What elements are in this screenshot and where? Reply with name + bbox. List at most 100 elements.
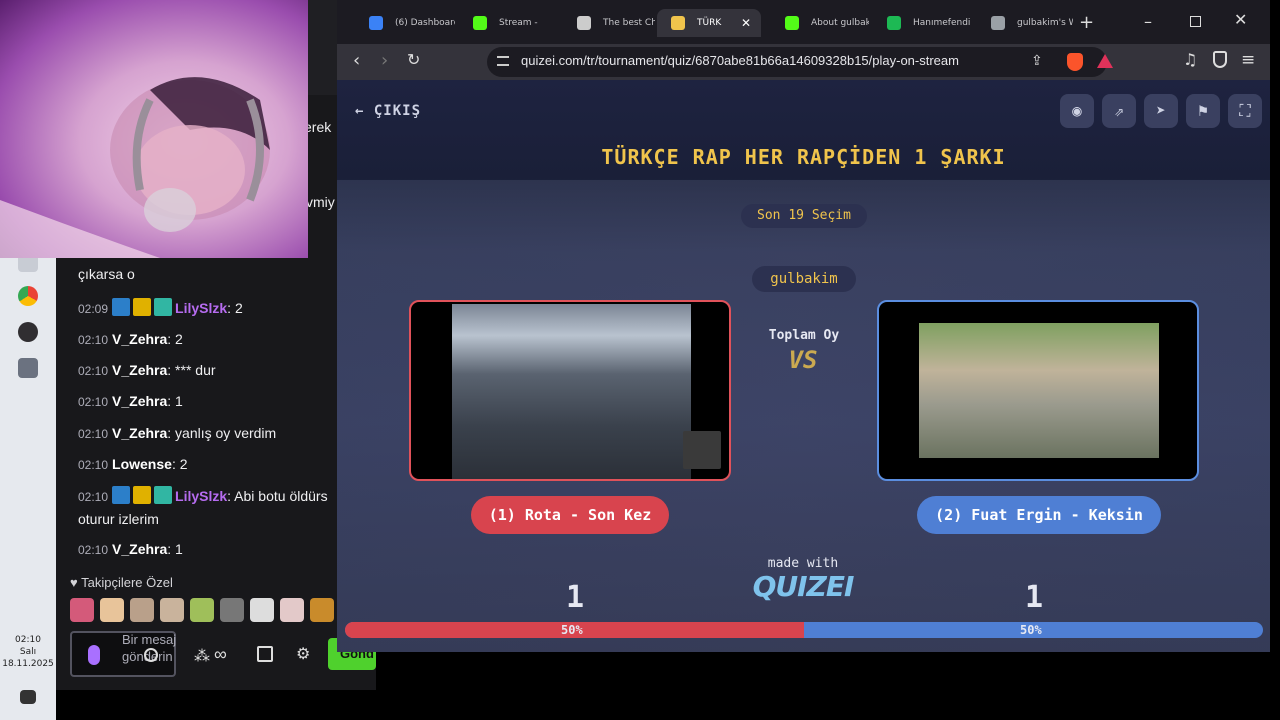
- chrome-icon[interactable]: [18, 286, 38, 306]
- message-time: 02:10: [78, 364, 109, 378]
- emote[interactable]: [100, 598, 124, 622]
- avatar: [683, 431, 721, 469]
- chat-username[interactable]: V_Zehra: [112, 393, 167, 409]
- chat-input[interactable]: Bir mesaj gönderin: [70, 631, 176, 677]
- taskbar-clock[interactable]: 02:10 Salı 18.11.2025: [0, 634, 56, 670]
- browser-tab[interactable]: Hanımefendi: [873, 9, 973, 37]
- browser-tab[interactable]: Stream -: [459, 9, 559, 37]
- eye-icon[interactable]: ◉: [1060, 94, 1094, 128]
- new-tab-button[interactable]: +: [1079, 12, 1094, 33]
- webcam-overlay: [0, 0, 308, 258]
- browser-tab[interactable]: (6) Dashboard: [355, 9, 455, 37]
- message-text: : 1: [167, 541, 183, 557]
- tab-favicon-icon: [887, 16, 901, 30]
- clock-day: Salı: [19, 647, 37, 657]
- site-info-icon[interactable]: [497, 56, 509, 66]
- exit-button[interactable]: ← ÇIKIŞ: [355, 103, 421, 119]
- infinity-icon[interactable]: ∞: [214, 644, 227, 665]
- vote-progress-bar: 50% 50%: [345, 622, 1263, 638]
- brave-shield-icon[interactable]: [1067, 53, 1083, 71]
- flag-icon[interactable]: ⚑: [1186, 94, 1220, 128]
- emote[interactable]: [160, 598, 184, 622]
- forward-icon[interactable]: ›: [381, 50, 388, 71]
- chat-username[interactable]: V_Zehra: [112, 541, 167, 557]
- emote-row: [70, 598, 370, 624]
- right-vote-count: 1: [1024, 580, 1044, 615]
- chat-badge-icon[interactable]: [133, 486, 152, 504]
- vpn-icon[interactable]: [1213, 51, 1227, 68]
- close-icon[interactable]: ✕: [1234, 10, 1247, 29]
- message-time: 02:09: [78, 302, 109, 316]
- chat-username[interactable]: Lowense: [112, 456, 172, 472]
- emote[interactable]: [220, 598, 244, 622]
- message-time: 02:10: [78, 427, 109, 441]
- fullscreen-icon[interactable]: ⛶: [1228, 94, 1262, 128]
- share-icon[interactable]: ⇗: [1102, 94, 1136, 128]
- option-button-left[interactable]: (1) Rota - Son Kez: [471, 496, 669, 534]
- chat-badge-icon[interactable]: [154, 486, 173, 504]
- share-icon[interactable]: ⇪: [1031, 53, 1043, 69]
- tab-favicon-icon: [991, 16, 1005, 30]
- tab-close-icon[interactable]: ✕: [741, 9, 751, 37]
- brave-rewards-icon[interactable]: [1097, 54, 1113, 68]
- gear-icon[interactable]: ⚙: [296, 644, 310, 664]
- option-card-right[interactable]: [877, 300, 1199, 481]
- back-icon[interactable]: ‹: [353, 50, 360, 71]
- app-icon[interactable]: [18, 358, 38, 378]
- chat-badge-icon[interactable]: [112, 486, 131, 504]
- emote[interactable]: [70, 598, 94, 622]
- chat-username[interactable]: V_Zehra: [112, 331, 167, 347]
- message-time: 02:10: [78, 395, 109, 409]
- made-with-label: made with: [767, 556, 839, 571]
- send-icon[interactable]: ➤: [1144, 94, 1178, 128]
- notification-icon[interactable]: [20, 690, 36, 704]
- quizei-logo[interactable]: QUIZEI: [743, 570, 863, 603]
- chat-username[interactable]: LilySlzk: [175, 300, 227, 316]
- emote[interactable]: [280, 598, 304, 622]
- chat-badge-icon[interactable]: [133, 298, 152, 316]
- bits-icon[interactable]: ⁂: [194, 646, 210, 666]
- emote[interactable]: [190, 598, 214, 622]
- browser-tab[interactable]: TÜRK ✕: [657, 9, 761, 37]
- microphone-icon[interactable]: [88, 645, 100, 665]
- browser-tab[interactable]: The best Chati: [563, 9, 655, 37]
- followers-only-label: ♥ Takipçilere Özel: [70, 575, 173, 590]
- chat-fragment: erek: [304, 119, 332, 135]
- message-text: : 1: [167, 393, 183, 409]
- toolbar: ‹ › ↻ quizei.com/tr/tournament/quiz/6870…: [337, 44, 1270, 80]
- emote-picker-icon[interactable]: [144, 648, 158, 662]
- store-icon[interactable]: [257, 646, 273, 662]
- tab-favicon-icon: [785, 16, 799, 30]
- music-icon[interactable]: ♫: [1183, 50, 1197, 69]
- followers-only-text: Takipçilere Özel: [81, 575, 173, 590]
- chat-username[interactable]: LilySlzk: [175, 488, 227, 504]
- window-controls: – ✕: [1130, 0, 1270, 44]
- browser-window: (6) Dashboard Stream - The best Chati TÜRK ✕…: [337, 0, 1270, 652]
- chat-badge-icon[interactable]: [112, 298, 131, 316]
- chat-username[interactable]: V_Zehra: [112, 362, 167, 378]
- chat-badge-icon[interactable]: [154, 298, 173, 316]
- browser-tab[interactable]: gulbakim's Wa: [977, 9, 1073, 37]
- message-text: : yanlış oy verdim: [167, 425, 277, 441]
- option-button-right[interactable]: (2) Fuat Ergin - Keksin: [917, 496, 1161, 534]
- address-bar[interactable]: quizei.com/tr/tournament/quiz/6870abe81b…: [487, 47, 1107, 77]
- tab-label: About gulbaki: [811, 18, 869, 28]
- emote[interactable]: [130, 598, 154, 622]
- tab-label: gulbakim's Wa: [1017, 18, 1073, 28]
- minimize-icon[interactable]: –: [1144, 12, 1152, 31]
- option-card-left[interactable]: [409, 300, 731, 481]
- emote[interactable]: [310, 598, 334, 622]
- emote[interactable]: [250, 598, 274, 622]
- menu-icon[interactable]: ≡: [1241, 50, 1255, 70]
- clock-time: 02:10: [15, 635, 41, 645]
- message-time: 02:10: [78, 543, 109, 557]
- obs-icon[interactable]: [18, 322, 38, 342]
- reload-icon[interactable]: ↻: [407, 50, 420, 69]
- maximize-icon[interactable]: [1190, 16, 1201, 27]
- message-time: 02:10: [78, 458, 109, 472]
- browser-tab[interactable]: About gulbaki: [771, 9, 869, 37]
- tab-label: (6) Dashboard: [395, 18, 455, 28]
- chat-username[interactable]: V_Zehra: [112, 425, 167, 441]
- tab-label: Stream -: [499, 18, 538, 28]
- message-text: : 2: [171, 456, 188, 472]
